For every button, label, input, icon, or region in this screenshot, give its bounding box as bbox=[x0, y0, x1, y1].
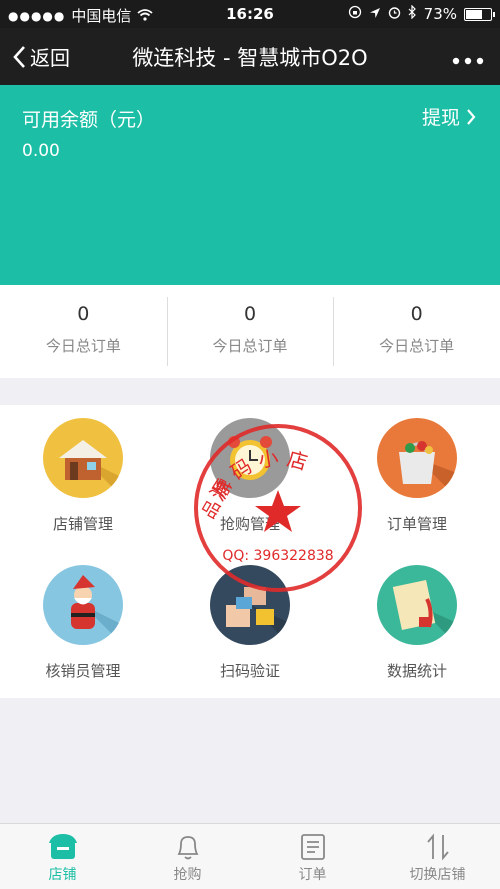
tab-label: 店铺 bbox=[48, 867, 77, 883]
menu-label: 抢购管理 bbox=[219, 515, 280, 533]
balance-amount: 0.00 bbox=[22, 141, 60, 161]
lock-rotation-icon bbox=[348, 5, 362, 23]
withdraw-button[interactable]: 提现 bbox=[422, 103, 476, 130]
menu-flash-sale-management[interactable]: 抢购管理 bbox=[167, 418, 333, 534]
nav-bar: 返回 微连科技 - 智慧城市O2O bbox=[0, 28, 500, 85]
tab-bar: 店铺 抢购 订单 切换店铺 bbox=[0, 823, 500, 889]
stat-item: 0 今日总订单 bbox=[333, 285, 500, 378]
tab-label: 切换店铺 bbox=[409, 867, 466, 883]
stat-label: 今日总订单 bbox=[212, 337, 288, 355]
menu-label: 数据统计 bbox=[386, 662, 447, 680]
order-stats: 0 今日总订单 0 今日总订单 0 今日总订单 bbox=[0, 285, 500, 378]
menu-verifier-management[interactable]: 核销员管理 bbox=[0, 565, 166, 681]
more-menu-button[interactable] bbox=[452, 46, 484, 71]
stat-item: 0 今日总订单 bbox=[0, 285, 167, 378]
stat-value: 0 bbox=[410, 303, 423, 325]
bell-icon bbox=[125, 830, 250, 864]
balance-panel: 可用余额（元） 0.00 提现 bbox=[0, 85, 500, 285]
tab-label: 抢购 bbox=[173, 867, 202, 883]
santa-icon bbox=[43, 565, 123, 645]
tab-flash-sale[interactable]: 抢购 bbox=[125, 824, 250, 889]
store-icon bbox=[0, 830, 125, 864]
stat-value: 0 bbox=[77, 303, 90, 325]
tab-orders[interactable]: 订单 bbox=[250, 824, 375, 889]
alarm-clock-icon bbox=[210, 418, 290, 498]
page-title: 微连科技 - 智慧城市O2O bbox=[132, 46, 368, 70]
stat-value: 0 bbox=[243, 303, 257, 325]
menu-data-statistics[interactable]: 数据统计 bbox=[334, 565, 500, 681]
more-dots-icon bbox=[452, 57, 484, 65]
chevron-right-icon bbox=[467, 108, 476, 125]
battery-percent: 73% bbox=[423, 5, 457, 23]
status-bar: ●●●●● 中国电信 16:26 73% bbox=[0, 0, 500, 28]
stat-label: 今日总订单 bbox=[379, 337, 455, 355]
menu-scan-verify[interactable]: 扫码验证 bbox=[167, 565, 333, 681]
tab-store[interactable]: 店铺 bbox=[0, 824, 125, 889]
tab-label: 订单 bbox=[298, 867, 327, 883]
location-icon bbox=[369, 5, 381, 23]
house-icon bbox=[43, 418, 123, 498]
bluetooth-icon bbox=[408, 4, 417, 23]
stat-item: 0 今日总订单 bbox=[166, 285, 334, 378]
withdraw-label: 提现 bbox=[421, 107, 460, 129]
menu-store-management[interactable]: 店铺管理 bbox=[0, 418, 166, 534]
order-list-icon bbox=[250, 830, 375, 864]
menu-order-management[interactable]: 订单管理 bbox=[334, 418, 500, 534]
menu-label: 核销员管理 bbox=[45, 662, 121, 680]
alarm-icon bbox=[388, 5, 401, 23]
tab-switch-store[interactable]: 切换店铺 bbox=[375, 824, 500, 889]
shopping-bag-icon bbox=[377, 418, 457, 498]
menu-label: 订单管理 bbox=[386, 515, 447, 533]
balance-label: 可用余额（元） bbox=[22, 109, 156, 131]
scroll-icon bbox=[377, 565, 457, 645]
boxes-icon bbox=[210, 565, 290, 645]
stat-label: 今日总订单 bbox=[45, 337, 121, 355]
menu-grid: 店铺管理 抢购管理 订单管理 核销员管理 扫码验证 数据统计 bbox=[0, 405, 500, 698]
menu-label: 扫码验证 bbox=[219, 662, 280, 680]
menu-label: 店铺管理 bbox=[52, 515, 113, 533]
switch-arrows-icon bbox=[375, 830, 500, 864]
battery-icon bbox=[464, 7, 495, 21]
